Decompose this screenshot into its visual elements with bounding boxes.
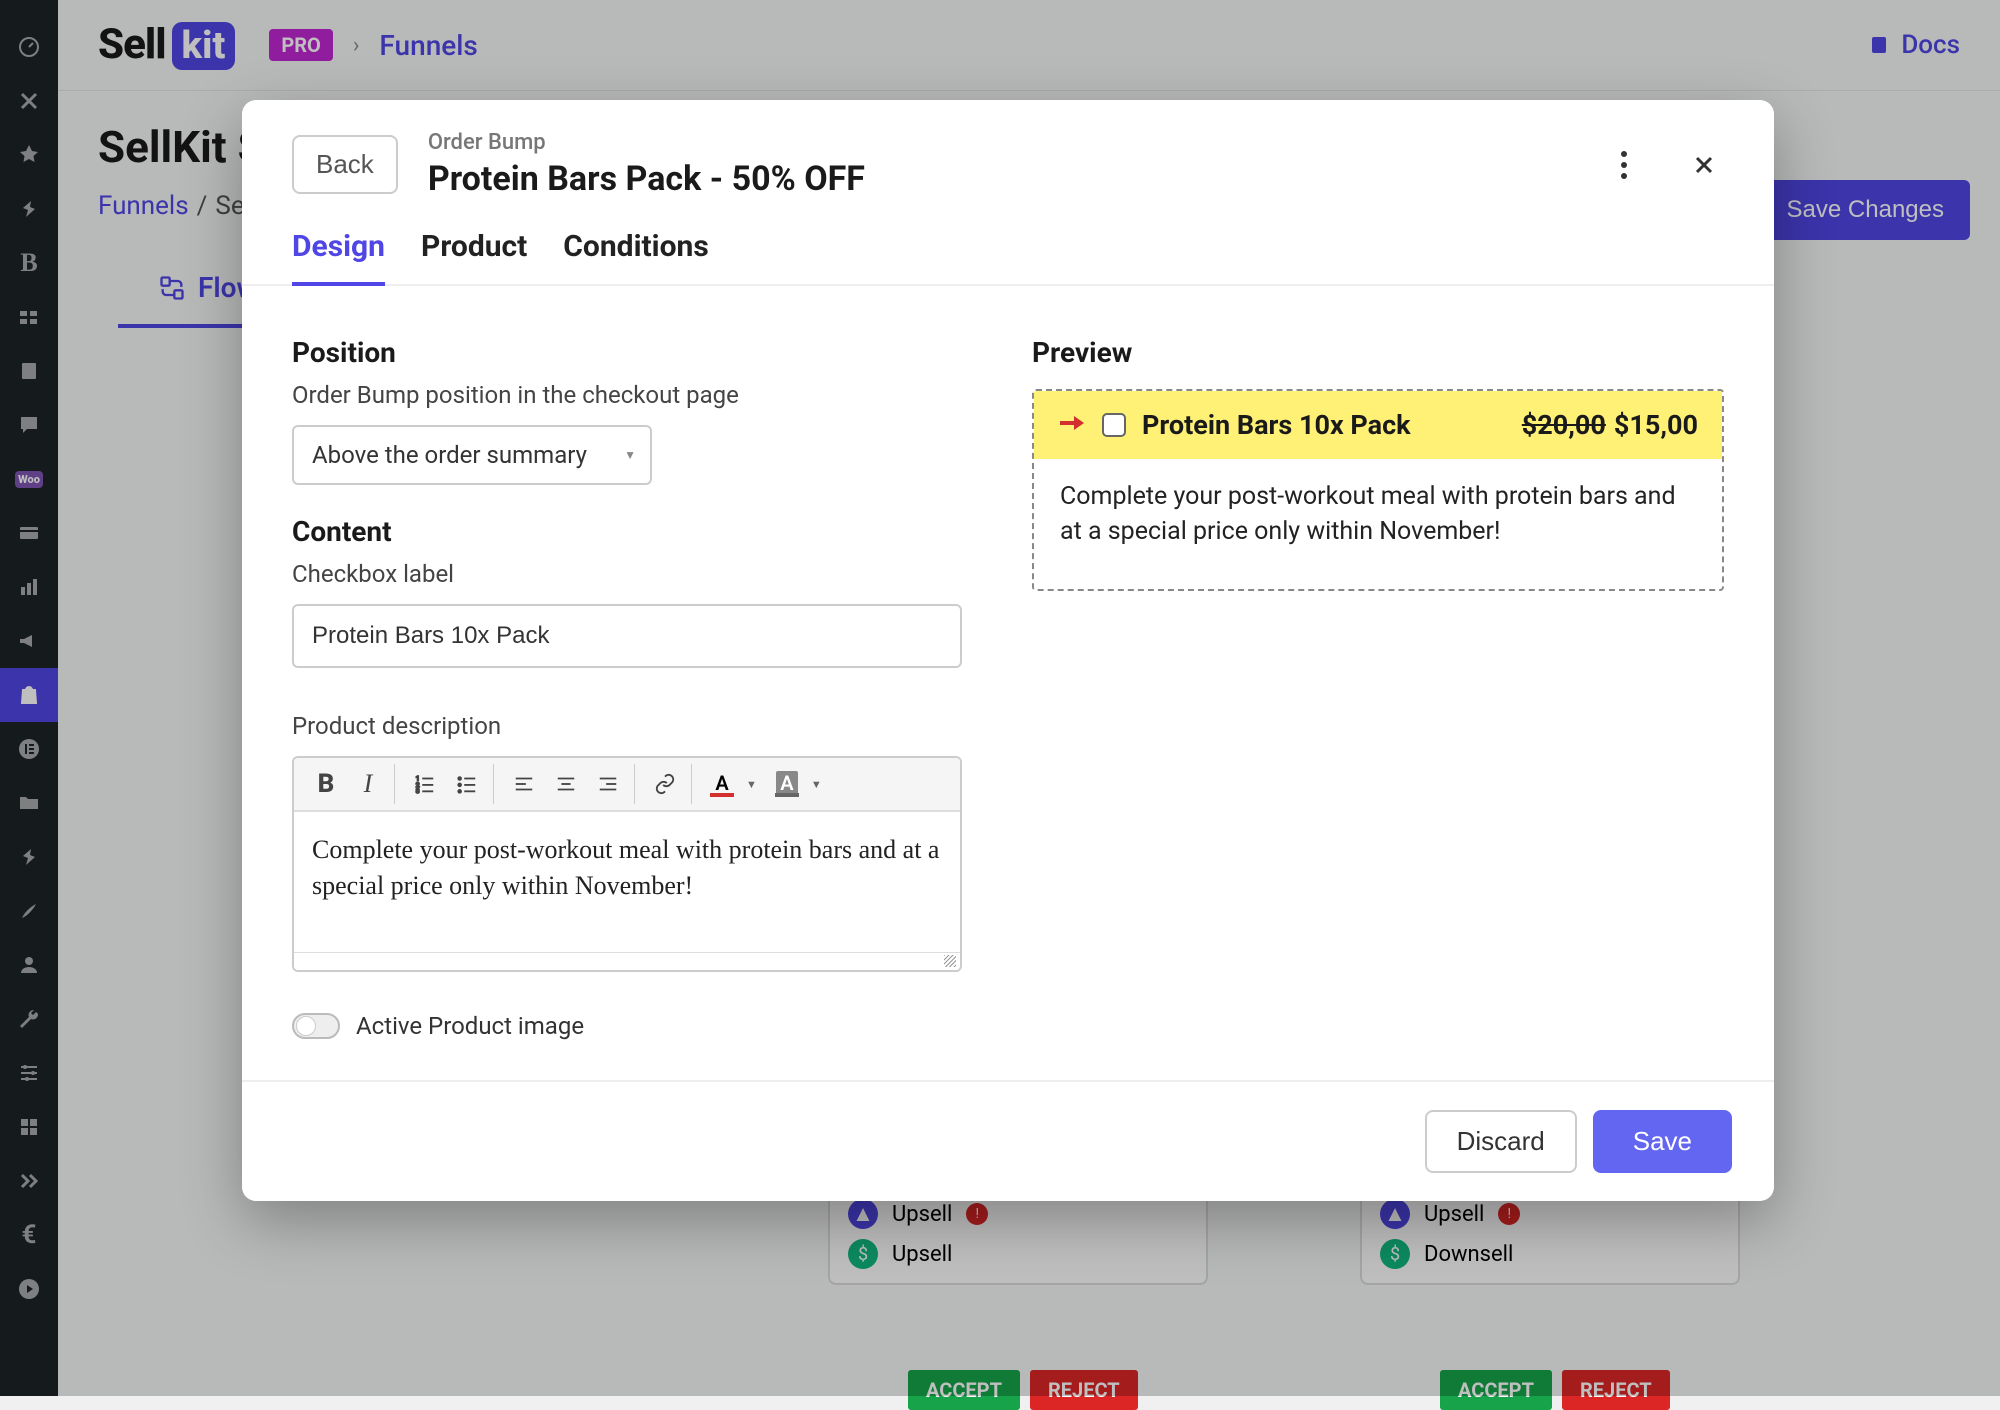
design-settings-column: Position Order Bump position in the chec… [292,336,962,1040]
position-title: Position [292,336,962,369]
arrow-right-icon [1058,411,1086,439]
svg-text:3: 3 [416,787,420,795]
editor-toolbar: B I 123 A [294,758,960,812]
bold-button[interactable]: B [306,764,346,804]
chevron-down-icon[interactable]: ▼ [811,778,822,791]
modal-title: Protein Bars Pack - 50% OFF [428,159,1574,199]
save-button[interactable]: Save [1593,1110,1732,1173]
description-textarea[interactable]: Complete your post-workout meal with pro… [294,812,960,952]
preview-price-new: $15,00 [1614,409,1698,441]
preview-price-old: $20,00 [1522,409,1606,441]
modal-header: Back Order Bump Protein Bars Pack - 50% … [242,100,1774,199]
preview-product-label: Protein Bars 10x Pack [1142,409,1506,441]
preview-column: Preview Protein Bars 10x Pack $20,00$15,… [1032,336,1724,1040]
order-bump-modal: Back Order Bump Protein Bars Pack - 50% … [242,100,1774,1201]
modal-title-stack: Order Bump Protein Bars Pack - 50% OFF [428,130,1574,199]
modal-tabs: Design Product Conditions [242,199,1774,286]
preview-header: Protein Bars 10x Pack $20,00$15,00 [1034,391,1722,459]
product-description-label: Product description [292,712,962,740]
active-image-label: Active Product image [356,1012,584,1040]
position-select[interactable]: Above the order summary [292,425,652,485]
chevron-down-icon[interactable]: ▼ [746,778,757,791]
align-center-button[interactable] [546,764,586,804]
tab-design[interactable]: Design [292,229,385,286]
bg-color-button[interactable]: A [767,764,807,804]
link-button[interactable] [645,764,685,804]
position-subtitle: Order Bump position in the checkout page [292,381,962,409]
checkbox-label-input[interactable] [292,604,962,668]
position-select-wrap: Above the order summary ▼ [292,425,652,485]
checkbox-label-label: Checkbox label [292,560,962,588]
active-image-toggle-row: Active Product image [292,1012,962,1040]
modal-header-actions [1604,145,1724,185]
description-editor: B I 123 A [292,756,962,972]
content-title: Content [292,515,962,548]
align-left-button[interactable] [504,764,544,804]
modal-footer: Discard Save [242,1080,1774,1201]
preview-title: Preview [1032,336,1724,369]
resize-handle[interactable] [294,952,960,970]
chevron-down-icon: ▼ [624,448,636,462]
preview-checkbox[interactable] [1102,413,1126,437]
close-icon[interactable] [1684,145,1724,185]
more-options-icon[interactable] [1604,145,1644,185]
italic-button[interactable]: I [348,764,388,804]
back-button[interactable]: Back [292,135,398,194]
unordered-list-button[interactable] [447,764,487,804]
modal-eyebrow: Order Bump [428,130,1574,155]
ordered-list-button[interactable]: 123 [405,764,445,804]
preview-box: Protein Bars 10x Pack $20,00$15,00 Compl… [1032,389,1724,591]
preview-description: Complete your post-workout meal with pro… [1034,459,1722,589]
align-right-button[interactable] [588,764,628,804]
active-image-toggle[interactable] [292,1013,340,1039]
tab-conditions[interactable]: Conditions [563,229,708,284]
discard-button[interactable]: Discard [1425,1110,1577,1173]
modal-body: Position Order Bump position in the chec… [242,286,1774,1080]
tab-product[interactable]: Product [421,229,527,284]
text-color-button[interactable]: A [702,764,742,804]
